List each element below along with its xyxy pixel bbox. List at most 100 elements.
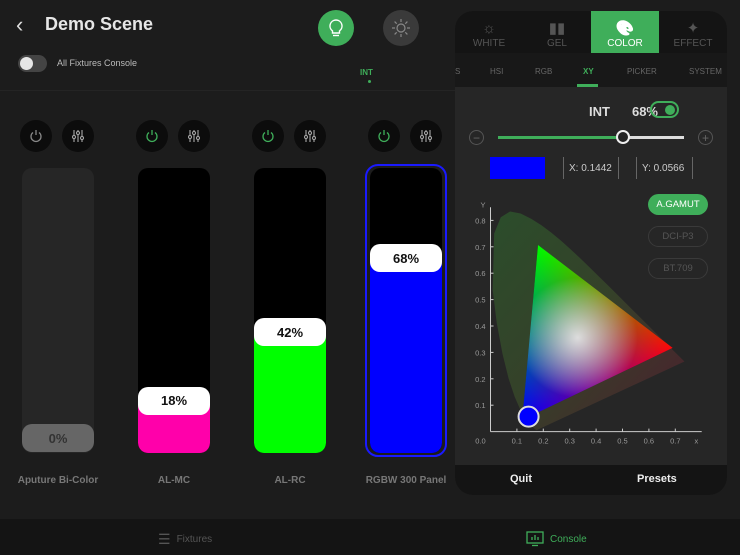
power-button[interactable] [368,120,400,152]
power-icon [378,130,390,143]
increase-button[interactable]: + [698,130,713,145]
color-panel: ☼ WHITE ▮▮ GEL 🎨 COLOR ✦ EFFECT S HSI RGB XY PICKER… [455,11,727,495]
brightness-mode-button[interactable] [383,10,419,46]
y-tick-label: Y [480,201,485,210]
page-title: Demo Scene [45,14,154,34]
y-tick-label: 0.7 [475,243,485,252]
fader-value: 42% [254,318,326,347]
nav-console[interactable]: Console [526,531,587,547]
sliders-icon [72,130,84,142]
y-tick-label: 0.8 [475,216,485,225]
int-value: 68% [631,104,658,119]
color-swatch [490,157,545,179]
subtab-system[interactable]: SYSTEM [689,67,722,76]
fader-value: 68% [370,244,442,273]
all-fixtures-toggle[interactable] [18,55,47,72]
gel-icon: ▮▮ [548,20,566,37]
sun-icon: ☼ [482,20,496,37]
slider-handle[interactable] [616,130,631,144]
intensity-mode-button[interactable] [318,10,354,46]
fixture-settings-button[interactable] [178,120,210,152]
sun-icon [392,19,410,37]
sliders-icon [188,130,200,142]
y-tick-label: 0.2 [475,375,485,384]
sliders-icon [304,130,316,142]
palette-icon: 🎨 [615,20,635,37]
tab-effect[interactable]: ✦ EFFECT [659,11,727,53]
tab-label: EFFECT [673,38,713,49]
list-icon: ☰ [158,531,171,547]
color-mode-subtabs: S HSI RGB XY PICKER SYSTEM [455,53,727,87]
x-tick-label: 0.6 [644,437,654,446]
plus-icon: + [701,130,709,145]
fader-fill [370,259,442,453]
lightbulb-icon [329,19,343,37]
x-tick-label: 0.5 [617,437,627,446]
fixture-settings-button[interactable] [294,120,326,152]
divider [0,90,455,91]
panel-footer [455,465,727,495]
subtab-rgb[interactable]: RGB [535,67,552,76]
tab-white[interactable]: ☼ WHITE [455,11,523,53]
power-button[interactable] [252,120,284,152]
x-tick-label: 0.2 [538,437,548,446]
subtab-hsi[interactable]: HSI [490,67,503,76]
back-button[interactable]: ‹ [16,12,23,38]
x-tick-label: 0.0 [475,437,485,446]
console-icon [526,531,544,547]
nav-console-label: Console [550,533,587,545]
y-coordinate-field[interactable]: Y: 0.0566 [636,157,693,179]
quit-button[interactable]: Quit [510,473,532,485]
x-tick-label: 0.4 [591,437,601,446]
fixture-name: AL-MC [157,475,191,486]
subtab-xy[interactable]: XY [583,67,594,76]
y-tick-label: 0.1 [475,401,485,410]
decrease-button[interactable]: − [469,130,484,145]
active-indicator [368,80,371,83]
fixture-name: RGBW 300 Panel [365,475,447,486]
fader-value: 18% [138,386,210,415]
x-tick-label: x [695,437,699,446]
x-tick-label: 0.7 [670,437,680,446]
x-tick-label: 0.1 [512,437,522,446]
all-fixtures-label: All Fixtures Console [57,58,138,68]
tab-gel[interactable]: ▮▮ GEL [523,11,591,53]
tab-color[interactable]: 🎨 COLOR [591,11,659,53]
int-toggle[interactable] [650,101,679,118]
y-tick-label: 0.5 [475,296,485,305]
fixture-fader[interactable]: 68% [370,168,442,453]
y-tick-label: 0.4 [475,322,485,331]
int-mode-label: INT [360,68,373,77]
power-icon [262,130,274,143]
subtab-picker[interactable]: PICKER [627,67,657,76]
x-coordinate-field[interactable]: X: 0.1442 [563,157,619,179]
fixture-name: Aputure Bi-Color [17,475,99,486]
presets-button[interactable]: Presets [637,473,677,485]
x-tick-label: 0.3 [564,437,574,446]
fixture-name: AL-RC [274,475,306,486]
tab-label: COLOR [607,38,643,49]
fixture-settings-button[interactable] [62,120,94,152]
fixture-fader[interactable]: 0% [22,168,94,453]
fader-value: 0% [22,424,94,452]
fixture-fader[interactable]: 18% [138,168,210,453]
nav-fixtures[interactable]: ☰ Fixtures [158,531,212,548]
power-button[interactable] [20,120,52,152]
cie-chart[interactable]: 0.0 0.1 0.2 0.3 0.4 0.5 0.6 0.7 x 0.1 0.2 0.3 0.4 0.5… [455,187,727,457]
tab-label: GEL [546,38,567,49]
intensity-slider[interactable] [498,130,684,144]
fader-fill [254,333,326,453]
color-point-handle[interactable] [517,405,540,428]
fixture-fader[interactable]: 42% [254,168,326,453]
nav-fixtures-label: Fixtures [176,534,213,545]
tab-label: WHITE [472,38,506,49]
magic-wand-icon: ✦ [686,20,700,37]
power-icon [146,130,158,143]
power-icon [30,130,42,143]
fixture-settings-button[interactable] [410,120,442,152]
active-subtab-underline [577,84,598,87]
sliders-icon [420,130,432,142]
minus-icon: − [472,130,480,145]
subtab-s[interactable]: S [455,67,460,76]
power-button[interactable] [136,120,168,152]
